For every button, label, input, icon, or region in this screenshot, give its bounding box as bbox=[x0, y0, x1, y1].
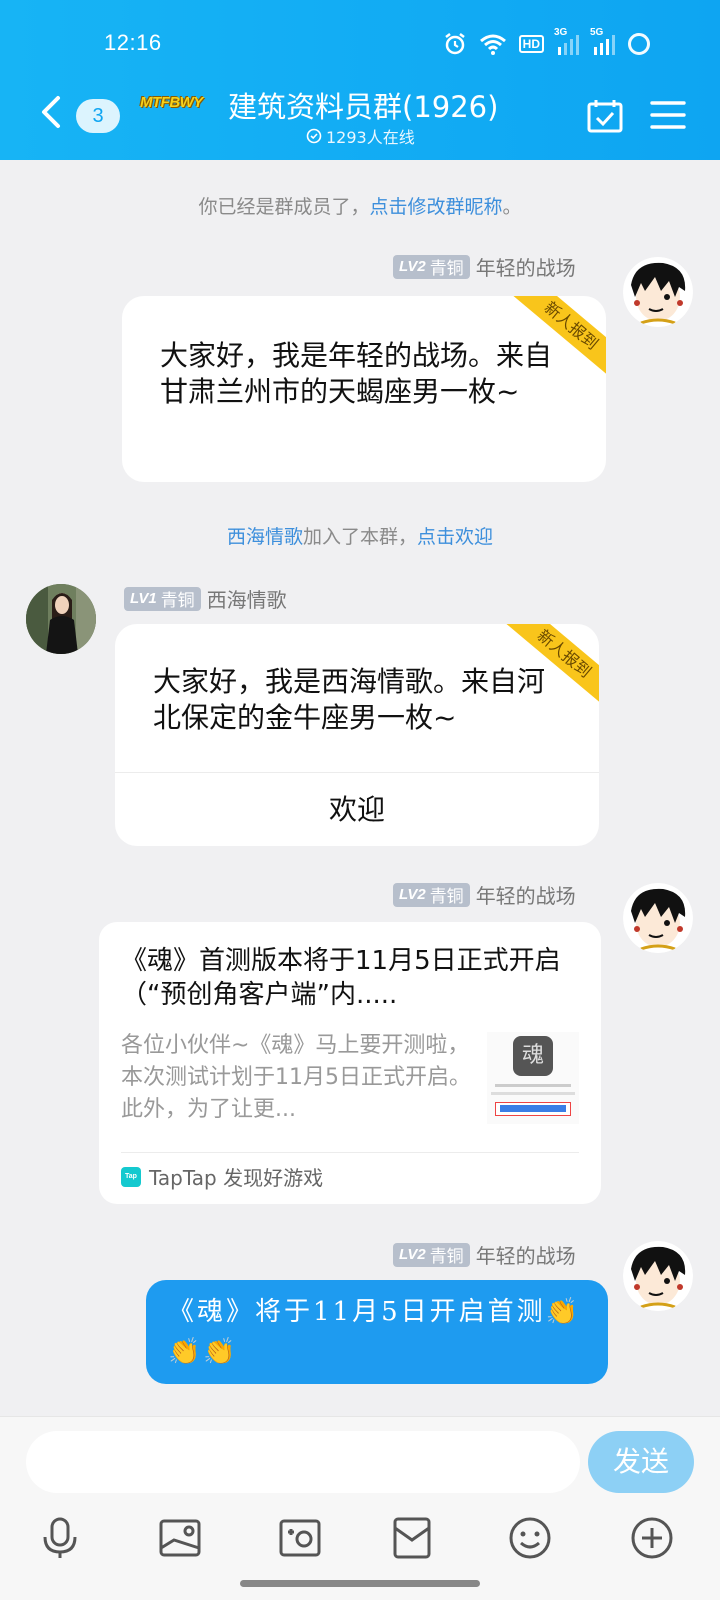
camera-icon[interactable] bbox=[275, 1513, 325, 1563]
chat-toolbar bbox=[0, 1513, 720, 1573]
level-badge: LV2 青铜 bbox=[393, 254, 470, 279]
game-logo: 魂 bbox=[513, 1036, 553, 1076]
message-sender: LV2 青铜 年轻的战场 bbox=[393, 1240, 576, 1269]
sender-name[interactable]: 年轻的战场 bbox=[476, 880, 576, 909]
emoji-icon[interactable] bbox=[505, 1513, 555, 1563]
alarm-icon bbox=[444, 33, 465, 55]
app-header: 12:16 HD 3G 5G 3 MTFBWY 建筑资料员群(1926) 129… bbox=[0, 0, 720, 160]
battery-icon bbox=[628, 33, 650, 55]
back-arrow-icon[interactable] bbox=[38, 94, 62, 130]
calendar-check-icon[interactable] bbox=[586, 98, 624, 134]
online-count: 1293人在线 bbox=[306, 124, 415, 148]
send-button[interactable]: 发送 bbox=[588, 1431, 694, 1493]
welcome-link[interactable]: 点击欢迎 bbox=[417, 526, 493, 548]
input-area: 发送 bbox=[0, 1416, 720, 1600]
edit-nickname-link[interactable]: 点击修改群昵称 bbox=[369, 196, 502, 218]
system-message-join: 西海情歌加入了本群，点击欢迎 bbox=[226, 526, 494, 548]
avatar[interactable] bbox=[623, 257, 693, 327]
red-packet-icon[interactable] bbox=[387, 1513, 437, 1563]
message-sender: LV2 青铜 年轻的战场 bbox=[393, 252, 576, 281]
wifi-icon bbox=[479, 34, 506, 55]
joined-member-link[interactable]: 西海情歌 bbox=[227, 526, 303, 548]
message-sender: LV2 青铜 年轻的战场 bbox=[393, 880, 576, 909]
online-count-text: 1293人在线 bbox=[326, 128, 415, 147]
system-message-member: 你已经是群成员了，点击修改群昵称。 bbox=[198, 196, 522, 218]
message-text: 《魂》将于11月5日开启首测👏👏👏 bbox=[168, 1297, 581, 1367]
welcome-button[interactable]: 欢迎 bbox=[115, 773, 599, 846]
message-input[interactable] bbox=[26, 1431, 580, 1493]
status-bar: 12:16 HD 3G 5G bbox=[0, 27, 720, 62]
message-text: 大家好，我是西海情歌。来自河北保定的金牛座男一枚~ bbox=[153, 665, 546, 734]
signal-sim1-icon: 3G bbox=[554, 27, 580, 55]
avatar[interactable] bbox=[623, 1241, 693, 1311]
sender-name[interactable]: 年轻的战场 bbox=[476, 252, 576, 281]
avatar[interactable] bbox=[26, 584, 96, 654]
own-message-bubble[interactable]: 《魂》将于11月5日开启首测👏👏👏 bbox=[146, 1280, 608, 1384]
source-text: TapTap 发现好游戏 bbox=[149, 1166, 324, 1190]
level-badge: LV2 青铜 bbox=[393, 1242, 470, 1267]
link-card[interactable]: 《魂》首测版本将于11月5日正式开启（“预创角客户端”内..... 各位小伙伴~… bbox=[99, 922, 601, 1204]
link-card-title: 《魂》首测版本将于11月5日正式开启（“预创角客户端”内..... bbox=[121, 946, 561, 1010]
sender-name[interactable]: 年轻的战场 bbox=[476, 1240, 576, 1269]
nav-bar: 3 MTFBWY 建筑资料员群(1926) 1293人在线 bbox=[0, 82, 720, 147]
card-divider bbox=[121, 1152, 579, 1153]
status-time: 12:16 bbox=[104, 30, 162, 55]
taptap-logo-icon: Tap bbox=[121, 1166, 141, 1187]
group-title[interactable]: 建筑资料员群(1926) bbox=[228, 84, 498, 126]
link-card-description: 各位小伙伴~《魂》马上要开测啦，本次测试计划于11月5日正式开启。此外，为了让更… bbox=[121, 1033, 471, 1122]
home-indicator[interactable] bbox=[240, 1580, 480, 1587]
level-badge: LV2 青铜 bbox=[393, 882, 470, 907]
check-circle-icon bbox=[306, 128, 322, 144]
avatar[interactable] bbox=[623, 883, 693, 953]
hd-voice-icon: HD bbox=[518, 35, 544, 53]
status-icons: HD 3G 5G bbox=[443, 27, 650, 56]
link-card-source: Tap TapTap 发现好游戏 bbox=[121, 1162, 323, 1191]
unread-badge[interactable]: 3 bbox=[76, 99, 120, 133]
message-text: 大家好，我是年轻的战场。来自甘肃兰州市的天蝎座男一枚~ bbox=[160, 339, 553, 408]
plus-icon[interactable] bbox=[627, 1513, 677, 1563]
message-bubble[interactable]: 新人报到 大家好，我是年轻的战场。来自甘肃兰州市的天蝎座男一枚~ bbox=[122, 296, 606, 482]
message-sender: LV1 青铜 西海情歌 bbox=[124, 584, 287, 613]
image-icon[interactable] bbox=[155, 1513, 205, 1563]
link-card-thumbnail: 魂 bbox=[487, 1032, 579, 1124]
mic-icon[interactable] bbox=[35, 1513, 85, 1563]
menu-icon[interactable] bbox=[650, 100, 686, 130]
level-badge: LV1 青铜 bbox=[124, 586, 201, 611]
group-logo: MTFBWY bbox=[140, 94, 203, 111]
message-bubble[interactable]: 新人报到 大家好，我是西海情歌。来自河北保定的金牛座男一枚~ 欢迎 bbox=[115, 624, 599, 846]
signal-sim2-icon: 5G bbox=[590, 27, 616, 55]
sender-name[interactable]: 西海情歌 bbox=[207, 584, 287, 613]
